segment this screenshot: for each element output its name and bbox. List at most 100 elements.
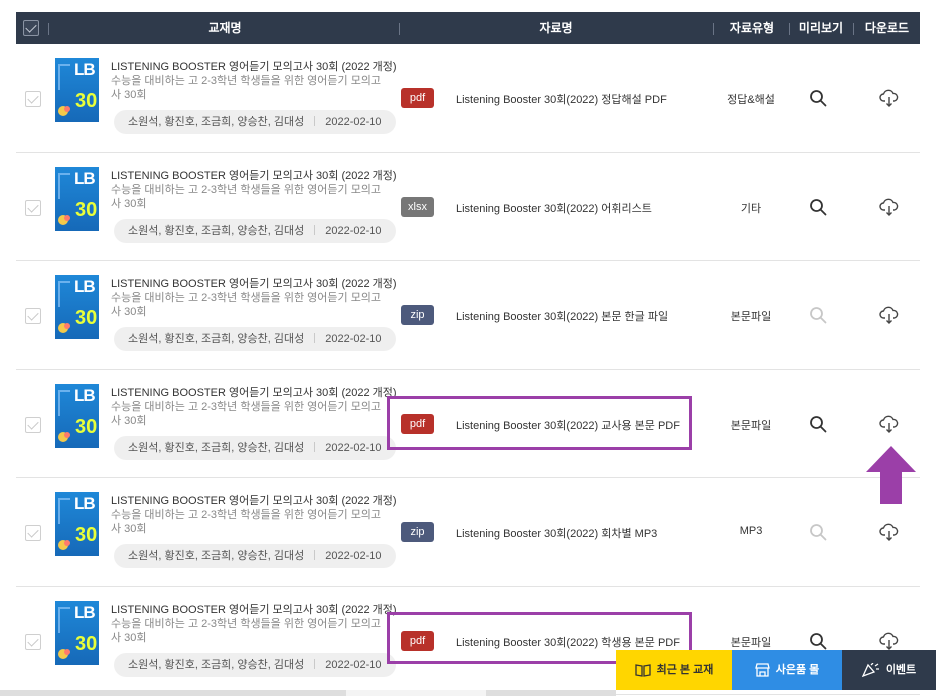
header-file: 자료명 xyxy=(539,21,573,35)
horizontal-scrollbar[interactable] xyxy=(0,690,616,696)
book-title[interactable]: LISTENING BOOSTER 영어듣기 모의고사 30회 (2022 개정… xyxy=(111,58,397,74)
header-download: 다운로드 xyxy=(864,21,910,35)
cover-number: 30 xyxy=(75,524,98,546)
book-meta: 소원석, 황진호, 조금희, 양승찬, 김대성 2022-02-10 xyxy=(114,110,396,134)
file-name: Listening Booster 30회(2022) 교사용 본문 PDF xyxy=(456,419,680,432)
scrollbar-thumb[interactable] xyxy=(346,690,486,696)
event-label: 이벤트 xyxy=(885,664,917,676)
book-cover-image[interactable]: LB 30 xyxy=(55,492,99,556)
row-checkbox[interactable] xyxy=(25,91,41,107)
book-description: 수능을 대비하는 고 2-3학년 학생들을 위한 영어듣기 모의고사 30회 xyxy=(111,75,382,101)
cloud-download-icon[interactable] xyxy=(879,89,899,107)
book-cover-image[interactable]: LB 30 xyxy=(55,166,99,231)
quick-menu-bar: 최근 본 교재 사은품 몰 이벤트 xyxy=(616,650,936,690)
row-checkbox[interactable] xyxy=(25,525,41,541)
cloud-download-icon[interactable] xyxy=(879,523,899,541)
row-checkbox[interactable] xyxy=(25,308,41,324)
book-cover-image[interactable]: LB 30 xyxy=(55,600,99,665)
recent-books-button[interactable]: 최근 본 교재 xyxy=(616,650,732,690)
book-date: 2022-02-10 xyxy=(325,441,382,454)
table-row: LB 30 LISTENING BOOSTER 영어듣기 모의고사 30회 (2… xyxy=(16,44,920,153)
cover-number: 30 xyxy=(75,198,98,221)
cover-decoration xyxy=(64,214,70,221)
top-edge xyxy=(0,0,936,12)
file-name: Listening Booster 30회(2022) 본문 한글 파일 xyxy=(456,311,669,323)
up-arrow-annotation xyxy=(866,446,916,504)
meta-divider xyxy=(314,441,316,452)
book-cover-image[interactable]: LB 30 xyxy=(55,275,99,339)
cloud-download-icon[interactable] xyxy=(879,415,899,433)
book-icon xyxy=(634,664,651,677)
cover-decoration xyxy=(58,64,70,90)
book-title[interactable]: LISTENING BOOSTER 영어듣기 모의고사 30회 (2022 개정… xyxy=(111,384,397,400)
book-meta: 소원석, 황진호, 조금희, 양승찬, 김대성 2022-02-10 xyxy=(114,544,396,568)
select-all-checkbox[interactable] xyxy=(23,20,39,36)
header-type: 자료유형 xyxy=(729,21,775,35)
file-type: MP3 xyxy=(739,525,763,537)
book-title[interactable]: LISTENING BOOSTER 영어듣기 모의고사 30회 (2022 개정… xyxy=(111,167,397,183)
book-description: 수능을 대비하는 고 2-3학년 학생들을 위한 영어듣기 모의고사 30회 xyxy=(111,292,382,318)
cover-decoration xyxy=(58,389,70,416)
book-description: 수능을 대비하는 고 2-3학년 학생들을 위한 영어듣기 모의고사 30회 xyxy=(111,509,382,535)
recent-books-label: 최근 본 교재 xyxy=(656,664,714,676)
cover-decoration xyxy=(58,281,70,307)
file-name: Listening Booster 30회(2022) 어휘리스트 xyxy=(456,202,652,215)
search-icon xyxy=(810,524,827,541)
file-format-badge: zip xyxy=(401,305,434,325)
file-format-badge: xlsx xyxy=(401,196,434,217)
book-date: 2022-02-10 xyxy=(325,224,382,237)
gift-mall-button[interactable]: 사은품 몰 xyxy=(732,650,842,690)
book-meta: 소원석, 황진호, 조금희, 양승찬, 김대성 2022-02-10 xyxy=(114,435,396,460)
book-authors: 소원석, 황진호, 조금희, 양승찬, 김대성 xyxy=(128,658,305,671)
book-title[interactable]: LISTENING BOOSTER 영어듣기 모의고사 30회 (2022 개정… xyxy=(111,492,397,508)
search-icon[interactable] xyxy=(809,415,827,433)
file-name: Listening Booster 30회(2022) 회차별 MP3 xyxy=(456,528,658,540)
book-meta: 소원석, 황진호, 조금희, 양승찬, 김대성 2022-02-10 xyxy=(114,327,396,351)
book-description: 수능을 대비하는 고 2-3학년 학생들을 위한 영어듣기 모의고사 30회 xyxy=(111,617,382,644)
meta-divider xyxy=(314,333,316,343)
table-row: LB 30 LISTENING BOOSTER 영어듣기 모의고사 30회 (2… xyxy=(16,153,920,261)
party-icon xyxy=(861,663,879,678)
header-preview: 미리보기 xyxy=(798,21,844,35)
table-row: LB 30 LISTENING BOOSTER 영어듣기 모의고사 30회 (2… xyxy=(16,261,920,370)
gift-mall-label: 사은품 몰 xyxy=(775,664,820,676)
row-checkbox[interactable] xyxy=(25,633,41,650)
cover-number: 30 xyxy=(75,307,98,329)
book-description: 수능을 대비하는 고 2-3학년 학생들을 위한 영어듣기 모의고사 30회 xyxy=(111,400,382,427)
material-list: LB 30 LISTENING BOOSTER 영어듣기 모의고사 30회 (2… xyxy=(16,44,920,695)
cover-decoration xyxy=(58,606,70,633)
cloud-download-icon[interactable] xyxy=(879,632,899,650)
row-checkbox[interactable] xyxy=(25,199,41,216)
book-title[interactable]: LISTENING BOOSTER 영어듣기 모의고사 30회 (2022 개정… xyxy=(111,601,397,617)
file-format-badge: pdf xyxy=(401,630,434,651)
book-cover-image[interactable]: LB 30 xyxy=(55,383,99,448)
cloud-download-icon[interactable] xyxy=(879,198,899,216)
cover-letters: LB xyxy=(74,385,96,405)
header-book: 교재명 xyxy=(208,21,242,35)
file-name: Listening Booster 30회(2022) 학생용 본문 PDF xyxy=(456,636,680,649)
row-checkbox[interactable] xyxy=(25,416,41,433)
search-icon[interactable] xyxy=(809,632,827,650)
book-meta: 소원석, 황진호, 조금희, 양승찬, 김대성 2022-02-10 xyxy=(114,652,396,677)
meta-divider xyxy=(314,658,316,669)
search-icon[interactable] xyxy=(809,198,827,216)
meta-divider xyxy=(314,116,316,126)
search-icon[interactable] xyxy=(809,89,827,107)
book-authors: 소원석, 황진호, 조금희, 양승찬, 김대성 xyxy=(128,333,305,345)
book-cover-image[interactable]: LB 30 xyxy=(55,58,99,122)
meta-divider xyxy=(314,224,316,235)
event-button[interactable]: 이벤트 xyxy=(842,650,936,690)
table-row: LB 30 LISTENING BOOSTER 영어듣기 모의고사 30회 (2… xyxy=(16,370,920,478)
cover-letters: LB xyxy=(74,494,96,513)
cover-number: 30 xyxy=(75,415,98,438)
cover-decoration xyxy=(64,648,70,655)
book-title[interactable]: LISTENING BOOSTER 영어듣기 모의고사 30회 (2022 개정… xyxy=(111,275,397,291)
cloud-download-icon[interactable] xyxy=(879,306,899,324)
search-icon xyxy=(810,307,827,324)
cover-letters: LB xyxy=(74,277,96,296)
cover-decoration xyxy=(64,431,70,438)
book-authors: 소원석, 황진호, 조금희, 양승찬, 김대성 xyxy=(128,116,305,128)
cover-decoration xyxy=(64,540,70,546)
book-description: 수능을 대비하는 고 2-3학년 학생들을 위한 영어듣기 모의고사 30회 xyxy=(111,183,382,210)
file-format-badge: zip xyxy=(401,522,434,542)
